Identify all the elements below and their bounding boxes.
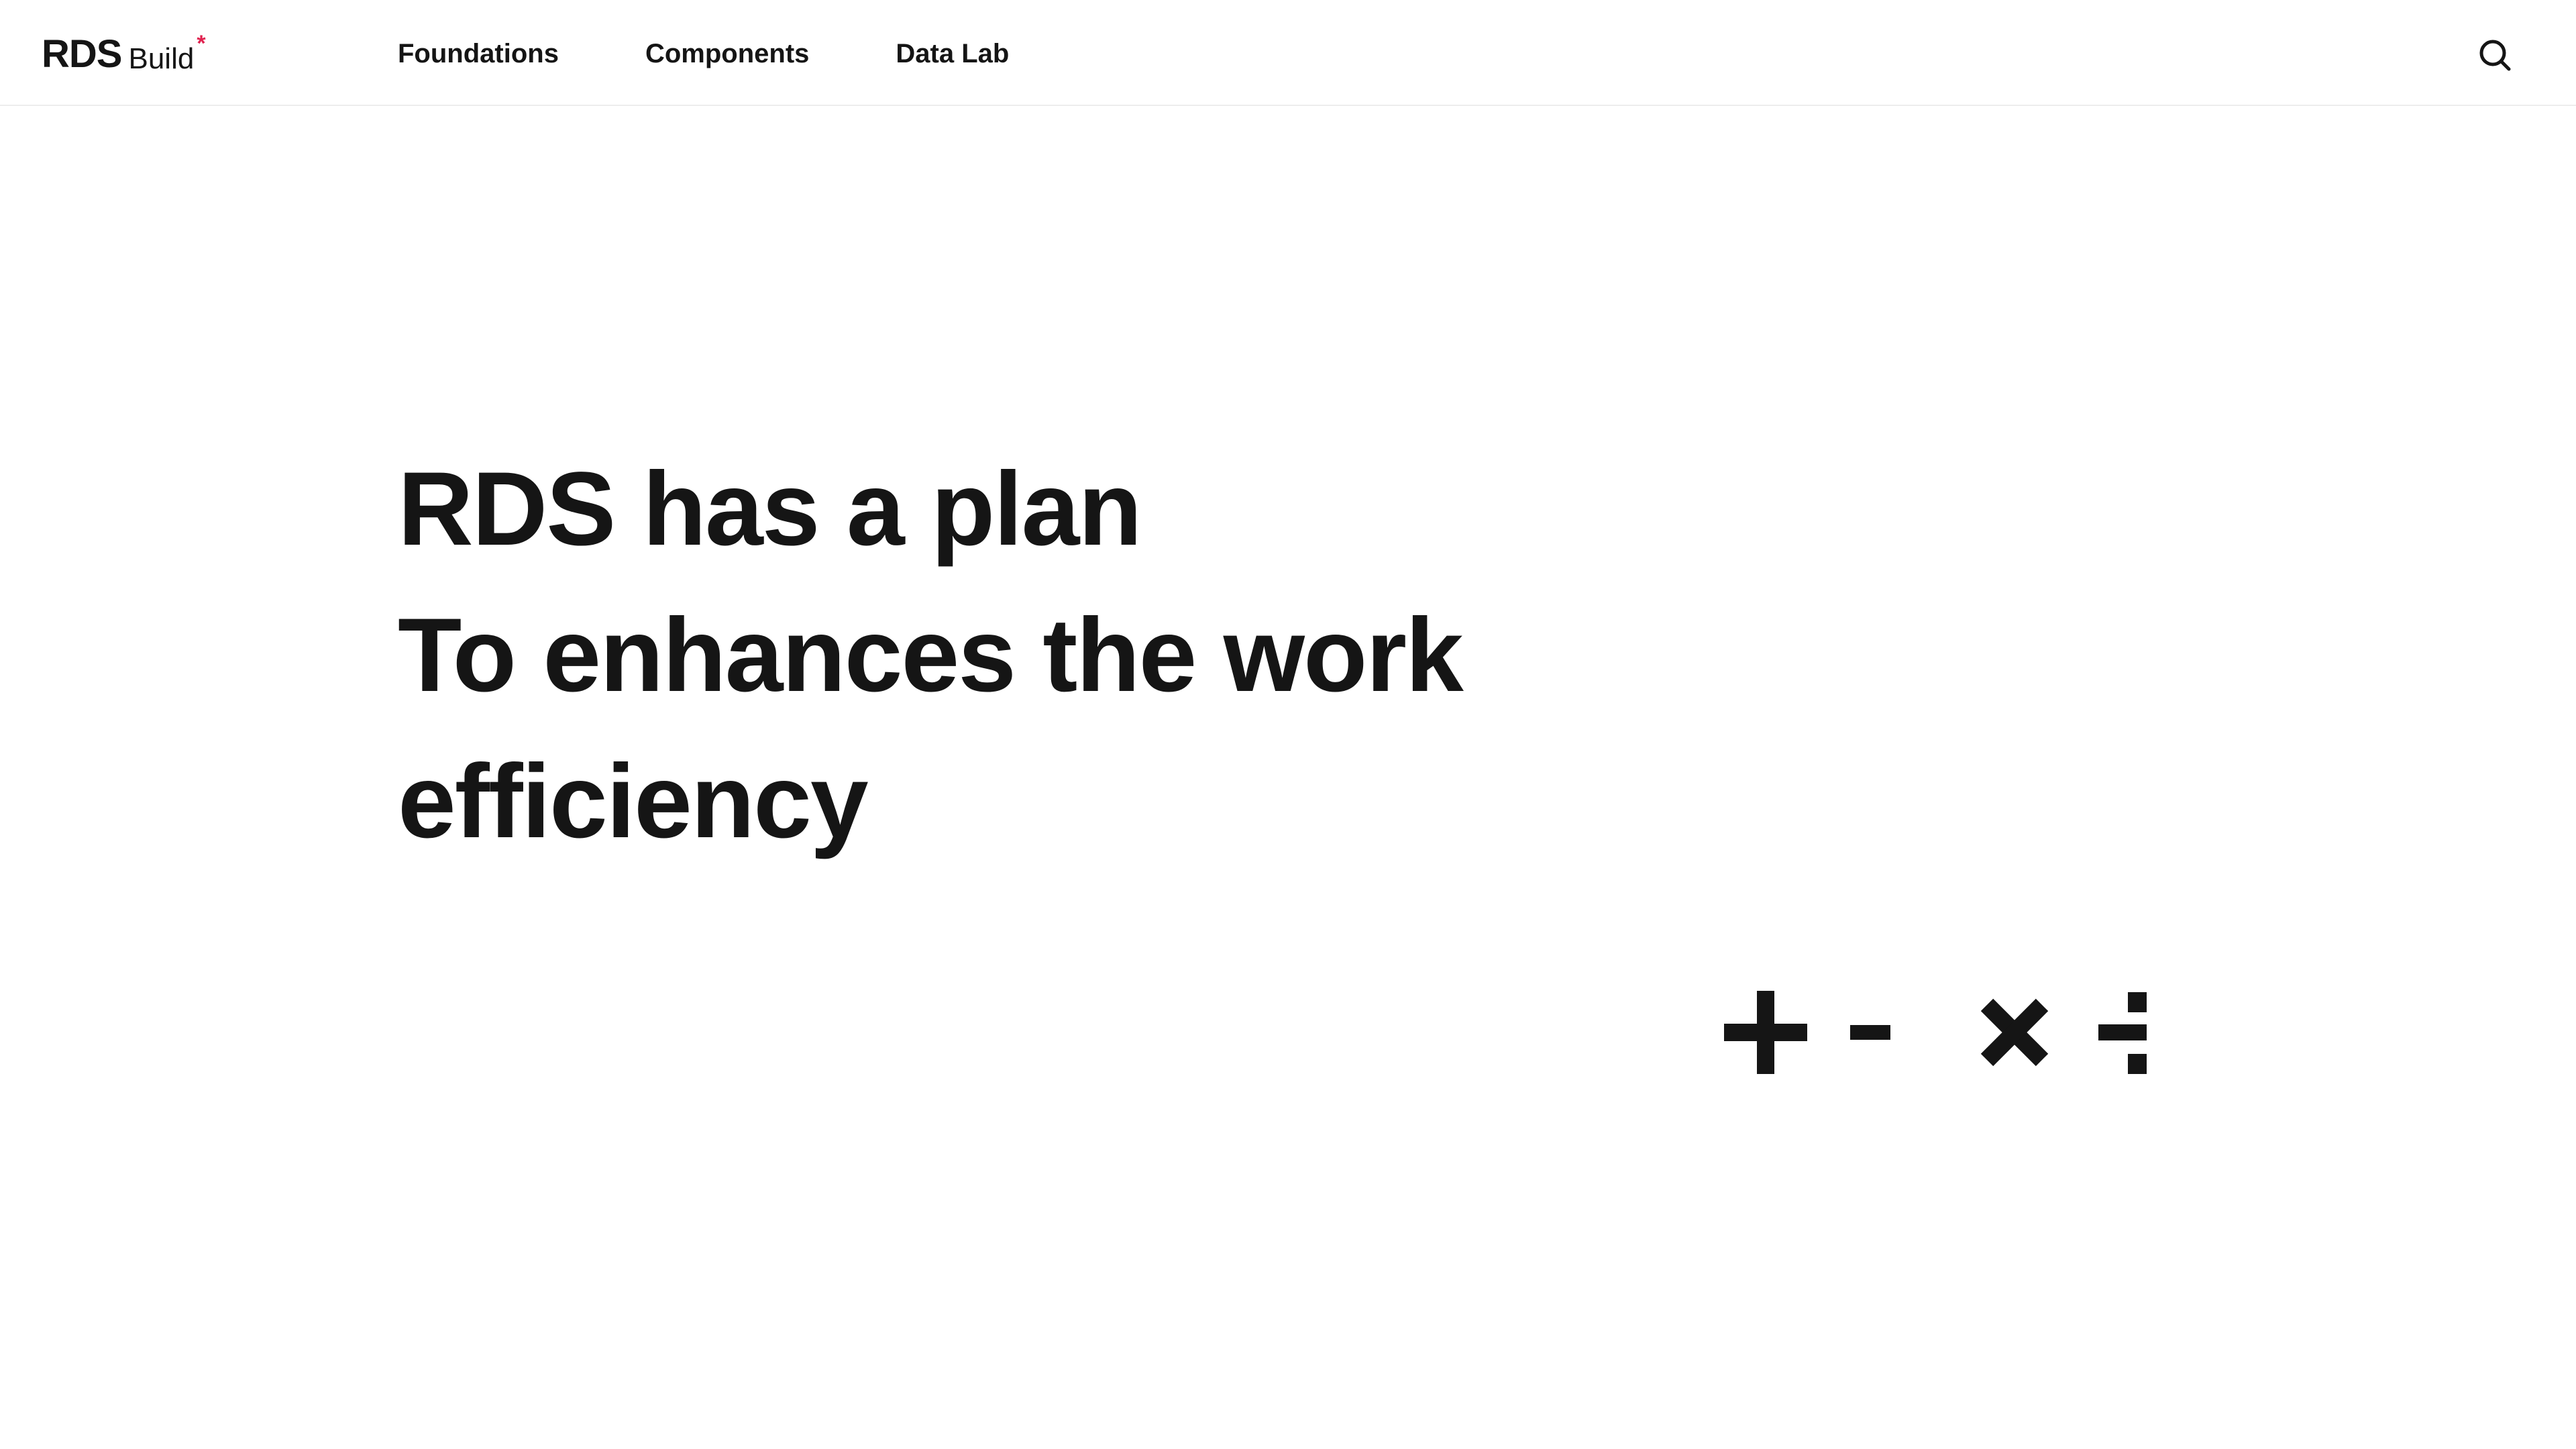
logo-asterisk: * [197, 31, 206, 56]
hero-line-2: To enhances the work [398, 597, 1464, 714]
nav-item-data-lab[interactable]: Data Lab [896, 35, 1009, 72]
nav-item-components[interactable]: Components [645, 35, 809, 72]
rds-build-logo[interactable]: RDS Build * [42, 32, 206, 76]
top-navigation-bar: RDS Build * Foundations Components Data … [0, 0, 2576, 106]
minus-icon [1850, 1025, 1890, 1040]
hero-heading: RDS has a plan To enhances the work effi… [398, 436, 1605, 875]
hero-line-1: RDS has a plan [398, 451, 1142, 568]
search-icon[interactable] [2477, 37, 2513, 73]
times-icon [1980, 998, 2049, 1067]
hero-line-3: efficiency [398, 743, 869, 860]
plus-icon [1724, 991, 1807, 1074]
nav-item-foundations[interactable]: Foundations [398, 35, 559, 72]
logo-subtitle: Build [128, 42, 195, 75]
math-symbols-graphic [1724, 991, 2147, 1074]
divide-icon [2098, 992, 2147, 1074]
logo-wordmark: RDS [42, 32, 122, 76]
main-nav: Foundations Components Data Lab [398, 35, 1009, 72]
